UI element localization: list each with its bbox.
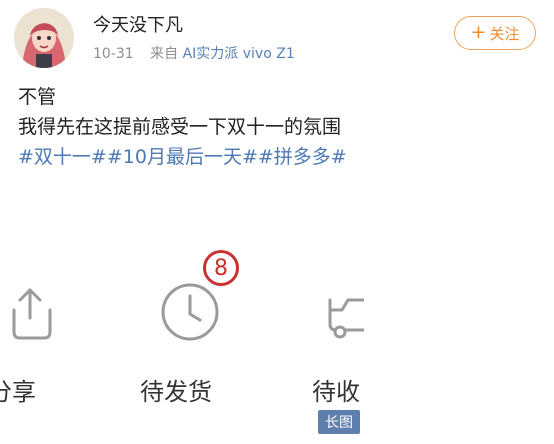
avatar[interactable]: [14, 8, 74, 68]
long-image-tag: 长图: [318, 410, 360, 434]
username[interactable]: 今天没下凡: [93, 11, 183, 37]
post-body: 不管 我得先在这提前感受一下双十一的氛围 #双十一##10月最后一天##拼多多#: [18, 82, 347, 172]
follow-label: 关注: [489, 24, 520, 43]
notification-badge: 8: [203, 250, 239, 286]
clock-icon: [158, 280, 224, 346]
embedded-label: 分享: [0, 378, 36, 406]
source-prefix: 来自: [150, 46, 179, 62]
plus-icon: +: [470, 20, 487, 43]
post-meta: 10-31 来自 AI实力派 vivo Z1: [93, 43, 295, 63]
hashtag-link[interactable]: #拼多多#: [258, 146, 347, 168]
hashtags: #双十一##10月最后一天##拼多多#: [18, 142, 347, 172]
share-box-icon: [0, 280, 70, 340]
post-text-line: 不管: [18, 86, 57, 108]
embedded-label: 待发货: [140, 378, 212, 406]
follow-button[interactable]: + 关注: [454, 16, 536, 50]
embedded-label: 待收: [312, 378, 360, 406]
hashtag-link[interactable]: #10月最后一天#: [107, 146, 258, 168]
truck-icon: [320, 280, 364, 340]
post-text-line: 我得先在这提前感受一下双十一的氛围: [18, 116, 342, 138]
hashtag-link[interactable]: #双十一#: [18, 146, 107, 168]
post-date: 10-31: [93, 46, 134, 62]
avatar-illustration: [14, 8, 74, 68]
post-source[interactable]: AI实力派 vivo Z1: [183, 46, 295, 62]
